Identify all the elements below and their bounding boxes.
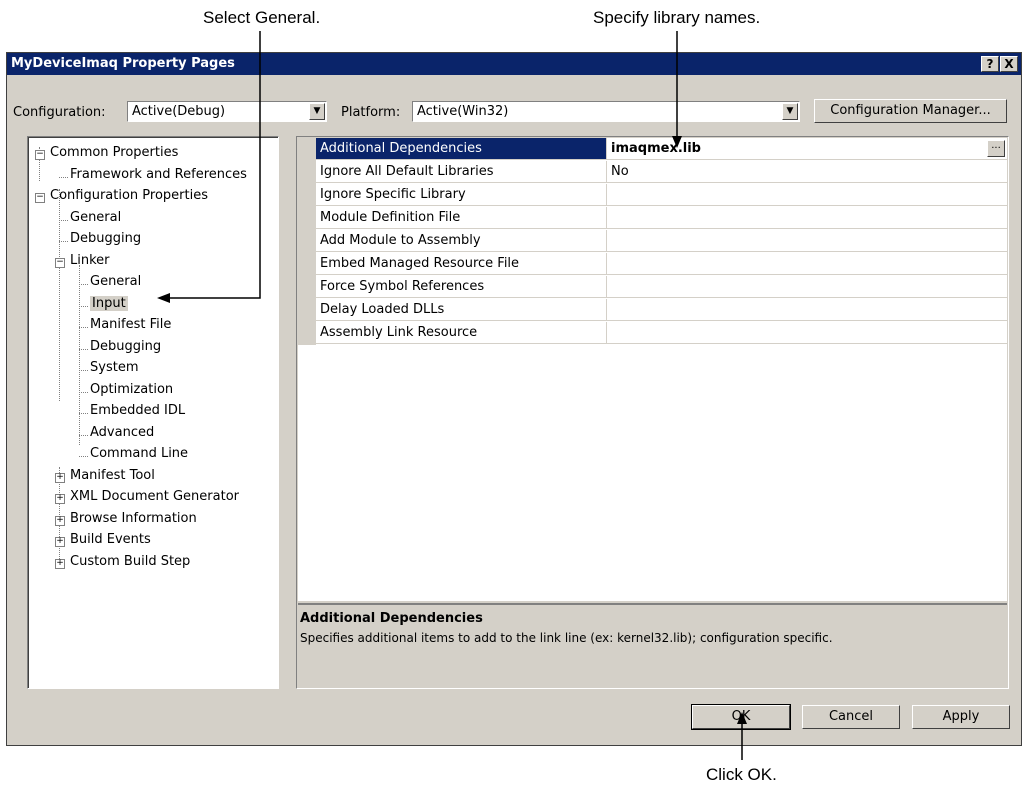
tree-item-advanced[interactable]: Advanced	[90, 425, 154, 440]
property-pages-dialog: MyDeviceImaq Property Pages ? X Configur…	[6, 52, 1022, 746]
row-gutter	[298, 299, 316, 322]
property-name[interactable]: Additional Dependencies	[316, 138, 607, 160]
row-gutter	[298, 230, 316, 253]
expand-icon[interactable]: +	[55, 494, 65, 504]
property-value[interactable]: imaqmex.lib	[607, 138, 1007, 160]
property-value[interactable]	[607, 253, 1007, 275]
expand-icon[interactable]: +	[55, 537, 65, 547]
platform-value: Active(Win32)	[417, 104, 509, 119]
row-gutter	[298, 161, 316, 184]
callout-specify-library: Specify library names.	[593, 8, 761, 27]
property-row[interactable]: Assembly Link Resource	[298, 322, 1007, 345]
tree-item-manifest-file[interactable]: Manifest File	[90, 317, 171, 332]
cancel-button[interactable]: Cancel	[802, 705, 900, 729]
description-title: Additional Dependencies	[300, 611, 483, 626]
property-name[interactable]: Ignore All Default Libraries	[316, 161, 607, 183]
property-row[interactable]: Ignore All Default Libraries No	[298, 161, 1007, 184]
property-name[interactable]: Add Module to Assembly	[316, 230, 607, 252]
apply-button[interactable]: Apply	[912, 705, 1010, 729]
tree-item-linker[interactable]: Linker	[70, 253, 110, 268]
tree-item-debugging[interactable]: Debugging	[70, 231, 141, 246]
property-name[interactable]: Module Definition File	[316, 207, 607, 229]
help-button[interactable]: ?	[981, 56, 999, 72]
description-text: Specifies additional items to add to the…	[300, 631, 833, 645]
tree-item-debugging[interactable]: Debugging	[90, 339, 161, 354]
property-value[interactable]: No	[607, 161, 1007, 183]
title-bar[interactable]: MyDeviceImaq Property Pages ? X	[7, 53, 1021, 75]
property-tree[interactable]: − Common Properties Framework and Referenc…	[27, 136, 279, 689]
description-panel: Additional Dependencies Specifies additi…	[298, 603, 1007, 687]
row-gutter	[298, 138, 316, 161]
callout-select-general: Select General.	[203, 8, 321, 27]
row-gutter	[298, 184, 316, 207]
collapse-icon[interactable]: −	[55, 258, 65, 268]
property-row[interactable]: Add Module to Assembly	[298, 230, 1007, 253]
tree-item-system[interactable]: System	[90, 360, 138, 375]
configuration-select[interactable]: Active(Debug) ▼	[127, 101, 327, 122]
property-row[interactable]: Module Definition File	[298, 207, 1007, 230]
tree-item-custom-build-step[interactable]: Custom Build Step	[70, 554, 190, 569]
collapse-icon[interactable]: −	[35, 150, 45, 160]
tree-item-embedded-idl[interactable]: Embedded IDL	[90, 403, 185, 418]
row-gutter	[298, 253, 316, 276]
collapse-icon[interactable]: −	[35, 193, 45, 203]
chevron-down-icon[interactable]: ▼	[309, 103, 325, 120]
property-grid[interactable]: Additional Dependencies imaqmex.lib... Ign…	[298, 138, 1007, 601]
expand-icon[interactable]: +	[55, 516, 65, 526]
property-value[interactable]	[607, 299, 1007, 321]
tree-item-general[interactable]: General	[90, 274, 141, 289]
property-value[interactable]	[607, 230, 1007, 252]
property-name[interactable]: Delay Loaded DLLs	[316, 299, 607, 321]
tree-item-framework-and-references[interactable]: Framework and References	[70, 167, 247, 182]
tree-item-browse-information[interactable]: Browse Information	[70, 511, 197, 526]
expand-icon[interactable]: +	[55, 473, 65, 483]
expand-icon[interactable]: +	[55, 559, 65, 569]
platform-select[interactable]: Active(Win32) ▼	[412, 101, 800, 122]
property-value[interactable]	[607, 276, 1007, 298]
row-gutter	[298, 207, 316, 230]
property-value[interactable]	[607, 322, 1007, 344]
platform-label: Platform:	[341, 105, 401, 120]
property-row[interactable]: Ignore Specific Library	[298, 184, 1007, 207]
property-grid-panel: Additional Dependencies imaqmex.lib... Ign…	[296, 136, 1009, 689]
tree-item-optimization[interactable]: Optimization	[90, 382, 173, 397]
property-value[interactable]	[607, 207, 1007, 229]
row-gutter	[298, 322, 316, 345]
configuration-value: Active(Debug)	[132, 104, 226, 119]
property-row[interactable]: Delay Loaded DLLs	[298, 299, 1007, 322]
tree-item-xml-document-generator[interactable]: XML Document Generator	[70, 489, 239, 504]
property-name[interactable]: Assembly Link Resource	[316, 322, 607, 344]
tree-item-build-events[interactable]: Build Events	[70, 532, 151, 547]
callout-click-ok: Click OK.	[706, 765, 777, 784]
row-gutter	[298, 276, 316, 299]
configuration-label: Configuration:	[13, 105, 106, 120]
property-name[interactable]: Ignore Specific Library	[316, 184, 607, 206]
property-name[interactable]: Force Symbol References	[316, 276, 607, 298]
ellipsis-button[interactable]: ...	[987, 140, 1005, 157]
tree-item-command-line[interactable]: Command Line	[90, 446, 188, 461]
tree-item-input[interactable]: Input	[90, 296, 128, 311]
configuration-manager-button[interactable]: Configuration Manager...	[814, 99, 1007, 123]
ok-button[interactable]: OK	[691, 704, 791, 730]
tree-item-configuration-properties[interactable]: Configuration Properties	[50, 188, 208, 203]
property-value[interactable]	[607, 184, 1007, 206]
tree-item-manifest-tool[interactable]: Manifest Tool	[70, 468, 155, 483]
tree-item-general[interactable]: General	[70, 210, 121, 225]
property-row[interactable]: Additional Dependencies imaqmex.lib...	[298, 138, 1007, 161]
dialog-title: MyDeviceImaq Property Pages	[11, 56, 235, 71]
tree-item-common-properties[interactable]: Common Properties	[50, 145, 178, 160]
property-row[interactable]: Force Symbol References	[298, 276, 1007, 299]
property-name[interactable]: Embed Managed Resource File	[316, 253, 607, 275]
close-button[interactable]: X	[1000, 56, 1018, 72]
property-row[interactable]: Embed Managed Resource File	[298, 253, 1007, 276]
chevron-down-icon[interactable]: ▼	[782, 103, 798, 120]
